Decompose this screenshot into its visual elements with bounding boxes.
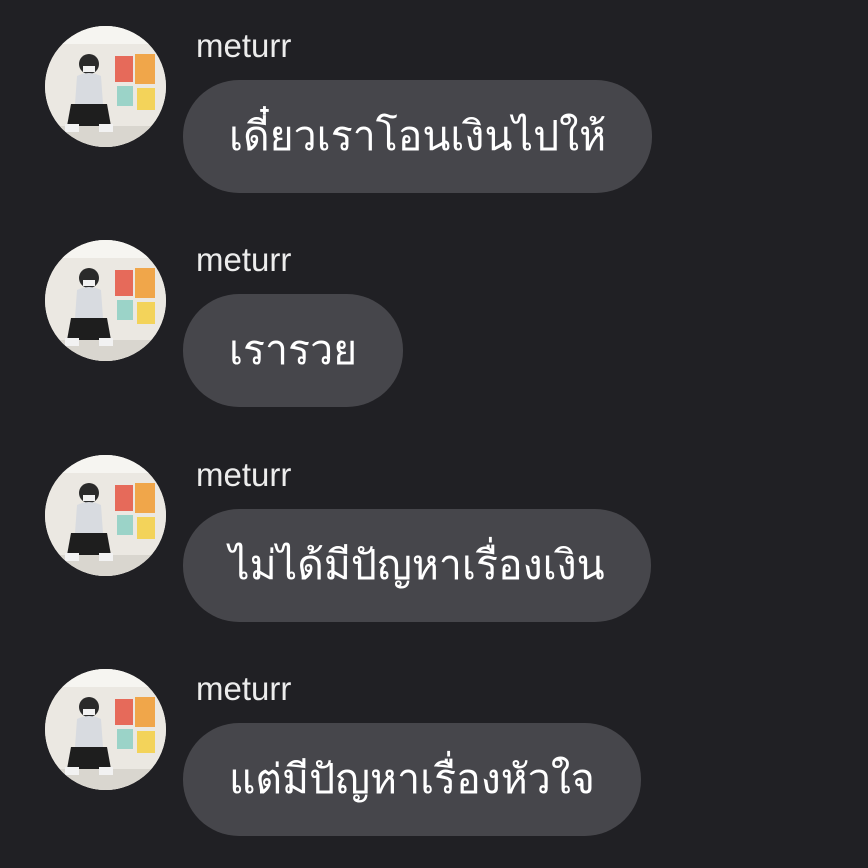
message-text: เดี๋ยวเราโอนเงินไปให้ [229, 112, 607, 160]
avatar[interactable] [45, 669, 166, 790]
message-bubble[interactable]: แต่มีปัญหาเรื่องหัวใจ [183, 723, 641, 836]
username[interactable]: meturr [196, 669, 291, 709]
message-text: ไม่ได้มีปัญหาเรื่องเงิน [229, 541, 605, 589]
message-row: meturr แต่มีปัญหาเรื่องหัวใจ [0, 669, 868, 839]
message-row: meturr ไม่ได้มีปัญหาเรื่องเงิน [0, 455, 868, 625]
message-row: meturr เรารวย [0, 240, 868, 410]
avatar[interactable] [45, 26, 166, 147]
username[interactable]: meturr [196, 455, 291, 495]
message-text: เรารวย [229, 326, 358, 374]
message-text: แต่มีปัญหาเรื่องหัวใจ [229, 755, 595, 803]
message-bubble[interactable]: ไม่ได้มีปัญหาเรื่องเงิน [183, 509, 651, 622]
profile-photo-icon [45, 455, 166, 576]
message-bubble[interactable]: เดี๋ยวเราโอนเงินไปให้ [183, 80, 653, 193]
profile-photo-icon [45, 669, 166, 790]
message-row: meturr เดี๋ยวเราโอนเงินไปให้ [0, 26, 868, 196]
message-bubble[interactable]: เรารวย [183, 294, 404, 407]
profile-photo-icon [45, 240, 166, 361]
avatar[interactable] [45, 240, 166, 361]
avatar[interactable] [45, 455, 166, 576]
username[interactable]: meturr [196, 26, 291, 66]
profile-photo-icon [45, 26, 166, 147]
username[interactable]: meturr [196, 240, 291, 280]
